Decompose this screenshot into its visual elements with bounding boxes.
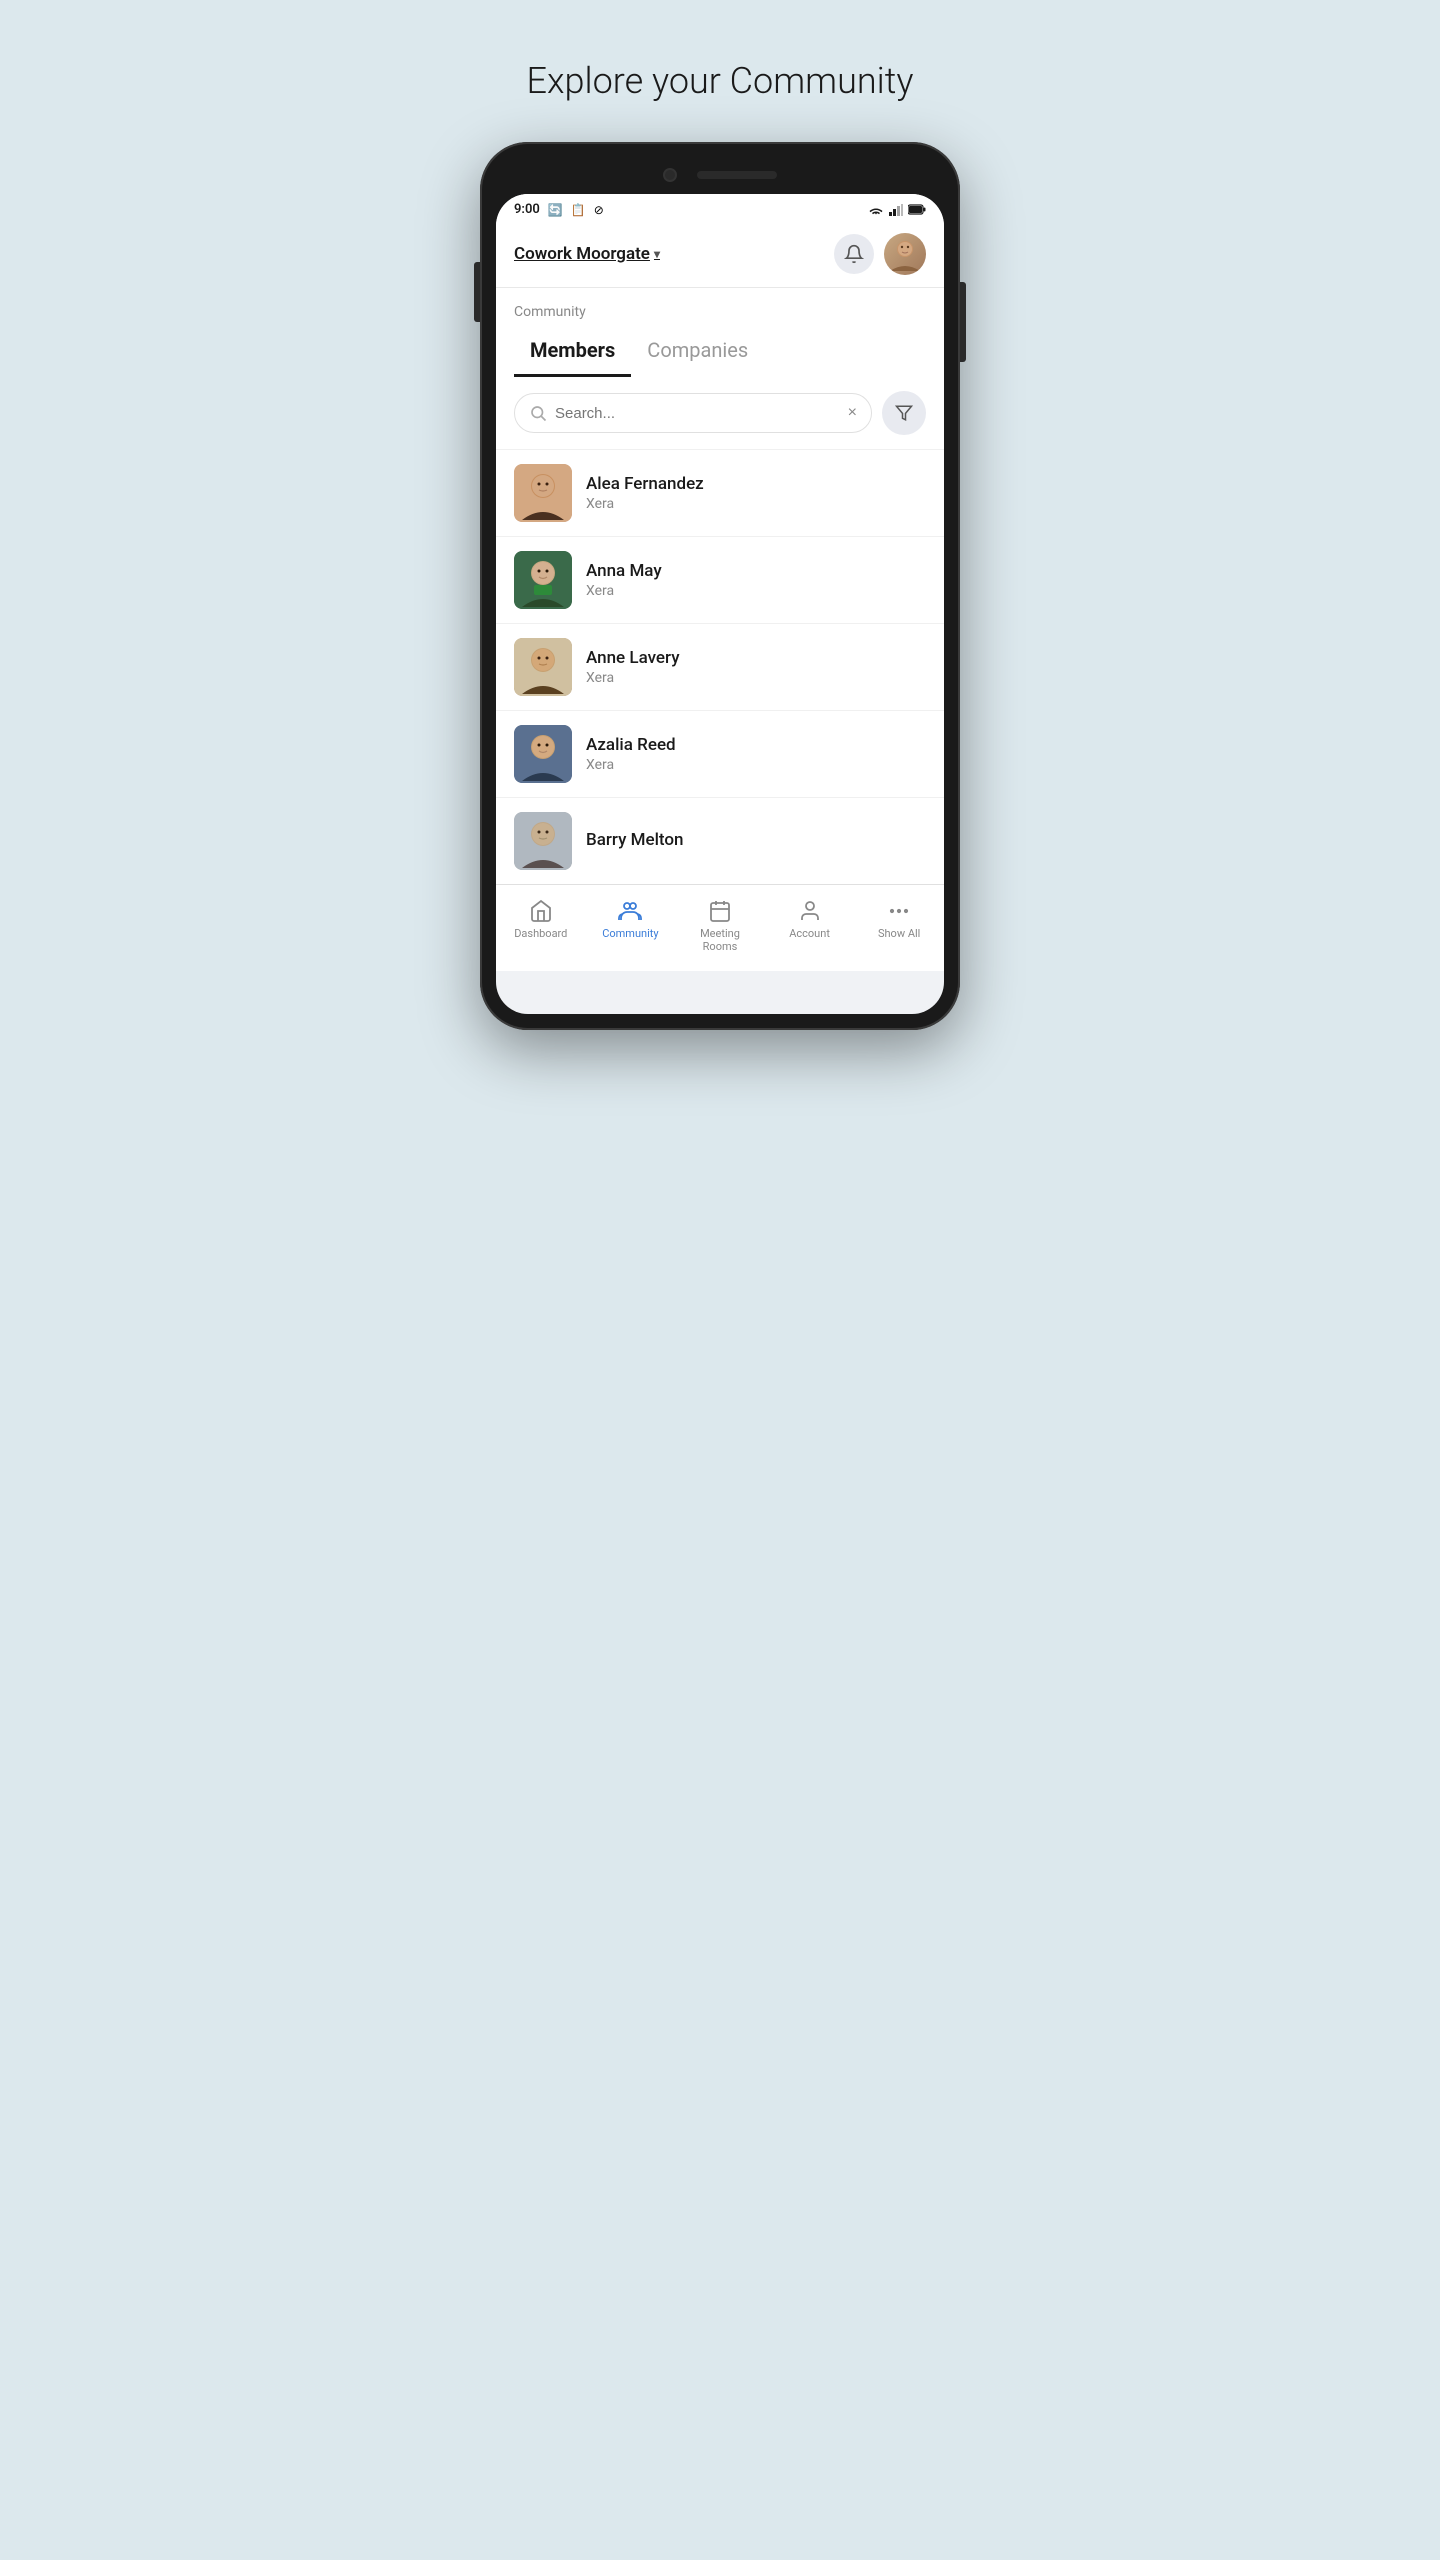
header-actions <box>834 233 926 275</box>
nav-label-account: Account <box>789 927 830 940</box>
tabs-container: Members Companies <box>496 320 944 377</box>
nav-item-community[interactable]: Community <box>586 895 676 957</box>
bottom-nav: Dashboard Community <box>496 884 944 971</box>
nav-label-meeting-rooms: Meeting Rooms <box>700 927 740 953</box>
workspace-selector[interactable]: Cowork Moorgate ▾ <box>514 244 660 264</box>
member-item[interactable]: Anna May Xera <box>496 536 944 623</box>
filter-button[interactable] <box>882 391 926 435</box>
filter-icon <box>895 404 913 422</box>
member-info-azalia: Azalia Reed Xera <box>586 735 926 773</box>
nav-item-meeting-rooms[interactable]: Meeting Rooms <box>675 895 765 957</box>
member-name: Anne Lavery <box>586 648 926 668</box>
page-title: Explore your Community <box>527 60 914 102</box>
member-company: Xera <box>586 583 926 599</box>
nav-label-show-all: Show All <box>878 927 920 940</box>
member-name: Barry Melton <box>586 830 926 850</box>
nav-item-account[interactable]: Account <box>765 895 855 957</box>
workspace-name-text: Cowork Moorgate <box>514 244 650 264</box>
person-icon <box>798 899 822 923</box>
nav-label-dashboard: Dashboard <box>514 927 567 940</box>
status-time: 9:00 <box>514 202 540 217</box>
member-name: Azalia Reed <box>586 735 926 755</box>
member-info-alea: Alea Fernandez Xera <box>586 474 926 512</box>
search-row: × <box>496 377 944 449</box>
phone-top <box>496 158 944 194</box>
member-item[interactable]: Alea Fernandez Xera <box>496 449 944 536</box>
sim-icon: 📋 <box>571 203 586 217</box>
member-avatar-alea <box>514 464 572 522</box>
app-header: Cowork Moorgate ▾ <box>496 223 944 288</box>
camera <box>663 168 677 182</box>
clear-search-button[interactable]: × <box>848 404 857 422</box>
member-avatar-barry <box>514 812 572 870</box>
nav-label-community: Community <box>602 927 658 940</box>
search-bar-container: × <box>514 393 872 433</box>
bell-icon <box>844 244 864 264</box>
people-icon <box>618 899 642 923</box>
signal-icon <box>889 204 903 216</box>
tab-companies[interactable]: Companies <box>631 328 764 377</box>
wifi-icon <box>868 204 884 216</box>
home-icon <box>529 899 553 923</box>
member-avatar-anna <box>514 551 572 609</box>
member-avatar-azalia <box>514 725 572 783</box>
nodisturb-icon: ⊘ <box>594 203 604 217</box>
nav-item-dashboard[interactable]: Dashboard <box>496 895 586 957</box>
header-avatar <box>884 233 926 275</box>
phone-screen: 9:00 🔄 📋 ⊘ <box>496 194 944 1014</box>
notifications-button[interactable] <box>834 234 874 274</box>
member-info-barry: Barry Melton <box>586 830 926 852</box>
member-avatar-anne <box>514 638 572 696</box>
status-bar: 9:00 🔄 📋 ⊘ <box>496 194 944 223</box>
section-label: Community <box>496 288 944 320</box>
member-list: Alea Fernandez Xera <box>496 449 944 884</box>
search-input[interactable] <box>555 405 840 422</box>
profile-avatar-button[interactable] <box>884 233 926 275</box>
battery-icon <box>908 204 926 215</box>
content-area: Community Members Companies × <box>496 288 944 884</box>
search-icon <box>529 404 547 422</box>
refresh-icon: 🔄 <box>548 203 563 217</box>
chevron-down-icon: ▾ <box>654 247 660 261</box>
phone-frame: 9:00 🔄 📋 ⊘ <box>480 142 960 1030</box>
member-company: Xera <box>586 670 926 686</box>
tab-members[interactable]: Members <box>514 328 631 377</box>
speaker <box>697 171 777 179</box>
member-name: Anna May <box>586 561 926 581</box>
nav-item-show-all[interactable]: Show All <box>854 895 944 957</box>
member-item[interactable]: Azalia Reed Xera <box>496 710 944 797</box>
member-name: Alea Fernandez <box>586 474 926 494</box>
calendar-icon <box>708 899 732 923</box>
member-info-anna: Anna May Xera <box>586 561 926 599</box>
dots-icon <box>887 899 911 923</box>
member-item[interactable]: Anne Lavery Xera <box>496 623 944 710</box>
member-item[interactable]: Barry Melton <box>496 797 944 884</box>
member-company: Xera <box>586 496 926 512</box>
member-info-anne: Anne Lavery Xera <box>586 648 926 686</box>
member-company: Xera <box>586 757 926 773</box>
